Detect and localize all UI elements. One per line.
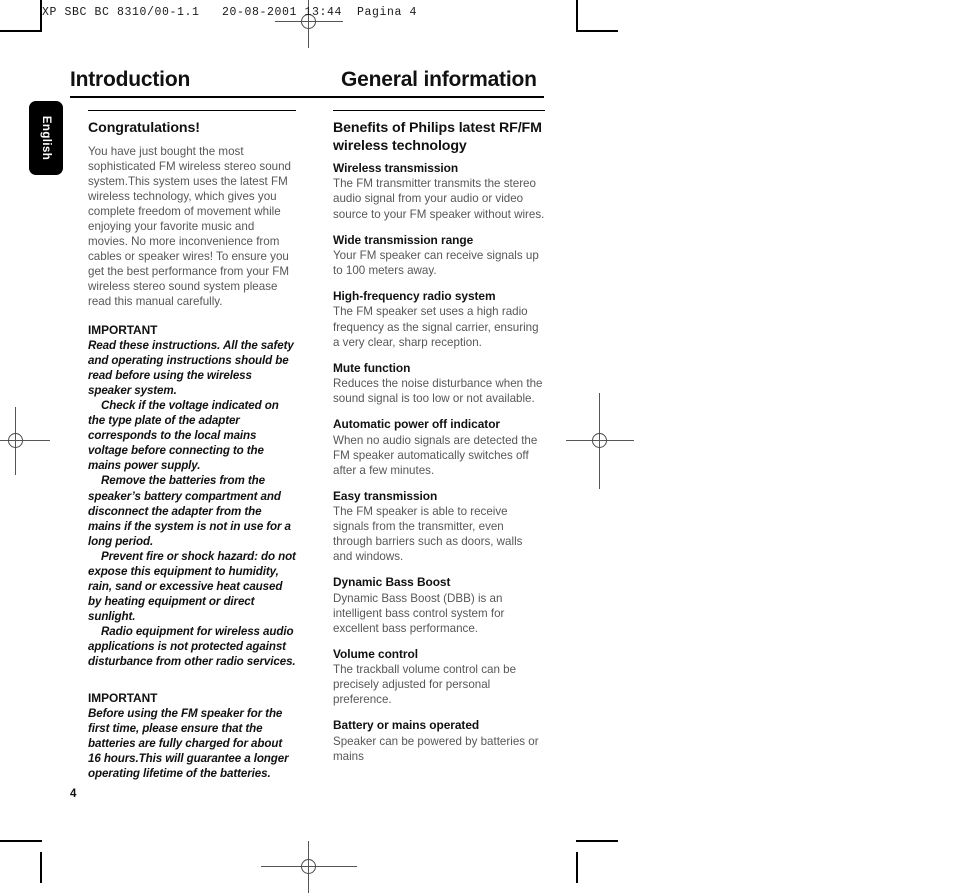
benefit-body: The trackball volume control can be prec… xyxy=(333,663,517,707)
page-title-general-information: General information xyxy=(341,68,537,91)
benefit-body: Speaker can be powered by batteries or m… xyxy=(333,734,539,763)
crop-mark-bottom-left xyxy=(0,840,42,842)
benefit-section-volume-control: Volume control The trackball volume cont… xyxy=(333,647,545,708)
benefits-heading: Benefits of Philips latest RF/FM wireles… xyxy=(333,120,542,154)
left-column: Congratulations! You have just bought th… xyxy=(88,110,296,781)
crop-mark-bottom-right-v xyxy=(576,852,578,883)
print-header-text: XP SBC BC 8310/00-1.1 20-08-2001 13:44 P… xyxy=(42,6,418,19)
crop-mark-top-left xyxy=(0,30,42,32)
benefit-body: When no audio signals are detected the F… xyxy=(333,433,538,477)
page-title-introduction: Introduction xyxy=(70,68,191,91)
language-tab-english: English xyxy=(29,101,63,175)
important-1-paragraph-3: Remove the batteries from the speaker’s … xyxy=(88,474,291,548)
benefit-section-easy-transmission: Easy transmission The FM speaker is able… xyxy=(333,489,545,565)
benefit-body: Dynamic Bass Boost (DBB) is an intellige… xyxy=(333,591,505,635)
registration-mark-left xyxy=(0,407,50,475)
benefit-body: Your FM speaker can receive signals up t… xyxy=(333,248,539,277)
benefit-body: The FM speaker is able to receive signal… xyxy=(333,505,523,564)
benefit-body: The FM speaker set uses a high radio fre… xyxy=(333,305,539,349)
benefit-title: Volume control xyxy=(333,646,418,661)
right-column: Benefits of Philips latest RF/FM wireles… xyxy=(333,110,545,775)
intro-paragraph: You have just bought the most sophistica… xyxy=(88,144,291,308)
benefit-title: Battery or mains operated xyxy=(333,718,480,733)
benefit-title: Dynamic Bass Boost xyxy=(333,575,451,590)
crop-mark-top-right-v xyxy=(576,0,578,30)
registration-mark-bottom xyxy=(261,841,357,893)
important-1-paragraph-1: Read these instructions. All the safety … xyxy=(88,339,294,398)
benefit-section-dynamic-bass-boost: Dynamic Bass Boost Dynamic Bass Boost (D… xyxy=(333,575,545,636)
right-column-rule xyxy=(333,110,545,111)
benefit-section-mute-function: Mute function Reduces the noise disturba… xyxy=(333,361,545,407)
registration-mark-ring xyxy=(301,859,316,874)
page-number: 4 xyxy=(70,788,77,800)
important-1-paragraph-4: Prevent fire or shock hazard: do not exp… xyxy=(88,549,296,623)
registration-mark-ring xyxy=(8,433,23,448)
left-column-rule xyxy=(88,110,296,111)
benefit-body: Reduces the noise disturbance when the s… xyxy=(333,377,543,406)
benefit-title: Wide transmission range xyxy=(333,232,474,247)
benefit-section-automatic-power-off-indicator: Automatic power off indicator When no au… xyxy=(333,417,545,478)
important-2-paragraph: Before using the FM speaker for the firs… xyxy=(88,707,289,781)
crop-mark-bottom-left-v xyxy=(40,852,42,883)
important-label-1: IMPORTANT xyxy=(88,323,158,338)
benefit-body: The FM transmitter transmits the stereo … xyxy=(333,177,545,221)
benefit-title: Mute function xyxy=(333,360,411,375)
benefit-section-wide-transmission-range: Wide transmission range Your FM speaker … xyxy=(333,233,545,279)
benefit-section-wireless-transmission: Wireless transmission The FM transmitter… xyxy=(333,161,545,222)
congratulations-heading: Congratulations! xyxy=(88,120,200,136)
title-underline-rule xyxy=(70,96,544,98)
benefit-section-battery-or-mains-operated: Battery or mains operated Speaker can be… xyxy=(333,718,545,764)
benefit-title: Easy transmission xyxy=(333,488,438,503)
important-1-paragraph-2: Check if the voltage indicated on the ty… xyxy=(88,399,279,473)
registration-mark-ring xyxy=(592,433,607,448)
crop-mark-top-right xyxy=(576,30,618,32)
important-1-paragraph-5: Radio equipment for wireless audio appli… xyxy=(88,624,296,669)
benefit-title: Automatic power off indicator xyxy=(333,417,501,432)
crop-mark-bottom-right xyxy=(576,840,618,842)
benefit-section-high-frequency-radio-system: High-frequency radio system The FM speak… xyxy=(333,289,545,350)
important-label-2: IMPORTANT xyxy=(88,691,158,706)
benefit-title: Wireless transmission xyxy=(333,161,459,175)
language-tab-label: English xyxy=(40,115,52,161)
registration-mark-right xyxy=(566,393,634,489)
benefit-title: High-frequency radio system xyxy=(333,289,496,304)
